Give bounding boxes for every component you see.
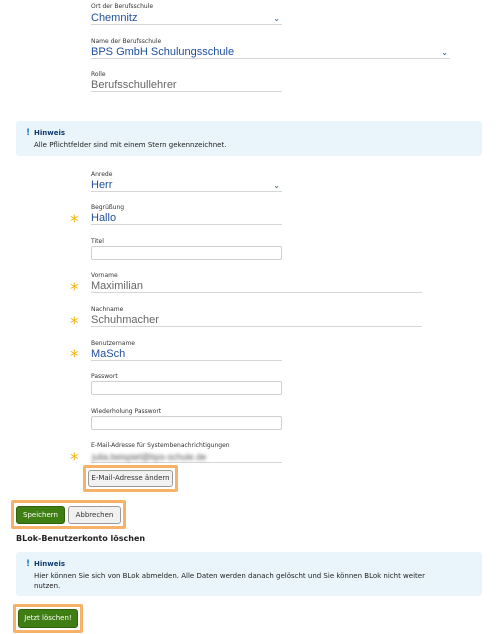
school-name-value: BPS GmbH Schulungsschule [91, 46, 235, 58]
info-exclamation-icon: ! [26, 559, 31, 569]
delete-notice: ! Hinweis Hier können Sie sich von BLok … [16, 552, 482, 596]
chevron-down-icon: ⌄ [273, 181, 280, 190]
chevron-down-icon: ⌄ [273, 14, 280, 23]
password-label: Passwort [91, 373, 118, 380]
notice-text: Alle Pflichtfelder sind mit einem Stern … [34, 141, 227, 149]
email-value: julia.beispiel@bps-schule.de [92, 452, 207, 462]
lastname-label: Nachname [91, 306, 124, 313]
greeting-label: Begrüßung [91, 204, 125, 211]
role-label: Rolle [91, 71, 106, 78]
school-name-select[interactable]: BPS GmbH Schulungsschule ⌄ [91, 46, 450, 59]
salutation-select[interactable]: Herr ⌄ [91, 179, 282, 192]
firstname-field: Maximilian [91, 280, 422, 293]
username-input[interactable]: MaSch [91, 348, 282, 361]
location-label: Ort der Berufsschule [91, 3, 154, 10]
delete-account-button[interactable]: Jetzt löschen! [18, 609, 78, 628]
required-star-icon: * [70, 212, 79, 232]
required-fields-notice: ! Hinweis Alle Pflichtfelder sind mit ei… [16, 121, 482, 156]
required-star-icon: * [70, 450, 79, 470]
password-input[interactable] [91, 381, 282, 395]
delete-notice-line1: Hier können Sie sich von BLok abmelden. … [34, 572, 425, 580]
school-name-label: Name der Berufsschule [91, 38, 162, 45]
delete-section-title: BLok-Benutzerkonto löschen [16, 534, 146, 543]
required-star-icon: * [70, 314, 79, 334]
password-repeat-label: Wiederholung Passwort [91, 408, 162, 415]
username-value: MaSch [91, 348, 126, 360]
delete-notice-title: Hinweis [34, 560, 66, 568]
cancel-button[interactable]: Abbrechen [68, 506, 121, 524]
lastname-value: Schuhmacher [91, 314, 159, 326]
chevron-down-icon: ⌄ [441, 48, 448, 57]
save-button[interactable]: Speichern [16, 506, 65, 524]
required-star-icon: * [70, 280, 79, 300]
firstname-value: Maximilian [91, 280, 143, 292]
role-field: Berufsschullehrer [91, 79, 282, 92]
greeting-value: Hallo [91, 212, 117, 224]
notice-title: Hinweis [34, 129, 66, 137]
info-exclamation-icon: ! [26, 128, 31, 138]
title-label: Titel [91, 238, 104, 245]
username-label: Benutzername [91, 340, 135, 347]
title-input[interactable] [91, 246, 282, 260]
email-label: E-Mail-Adresse für Systembenachrichtigun… [91, 442, 230, 449]
location-select[interactable]: Chemnitz ⌄ [91, 12, 282, 25]
change-email-button[interactable]: E-Mail-Adresse ändern [88, 470, 173, 487]
greeting-input[interactable]: Hallo [91, 212, 282, 225]
location-value: Chemnitz [91, 12, 138, 24]
salutation-value: Herr [91, 179, 113, 191]
role-value: Berufsschullehrer [91, 79, 177, 91]
delete-notice-line2: nutzen. [34, 582, 61, 590]
salutation-label: Anrede [91, 171, 113, 178]
firstname-label: Vorname [91, 272, 118, 279]
password-repeat-input[interactable] [91, 416, 282, 430]
email-field: julia.beispiel@bps-schule.de [91, 450, 282, 463]
lastname-field: Schuhmacher [91, 314, 422, 327]
required-star-icon: * [70, 347, 79, 367]
